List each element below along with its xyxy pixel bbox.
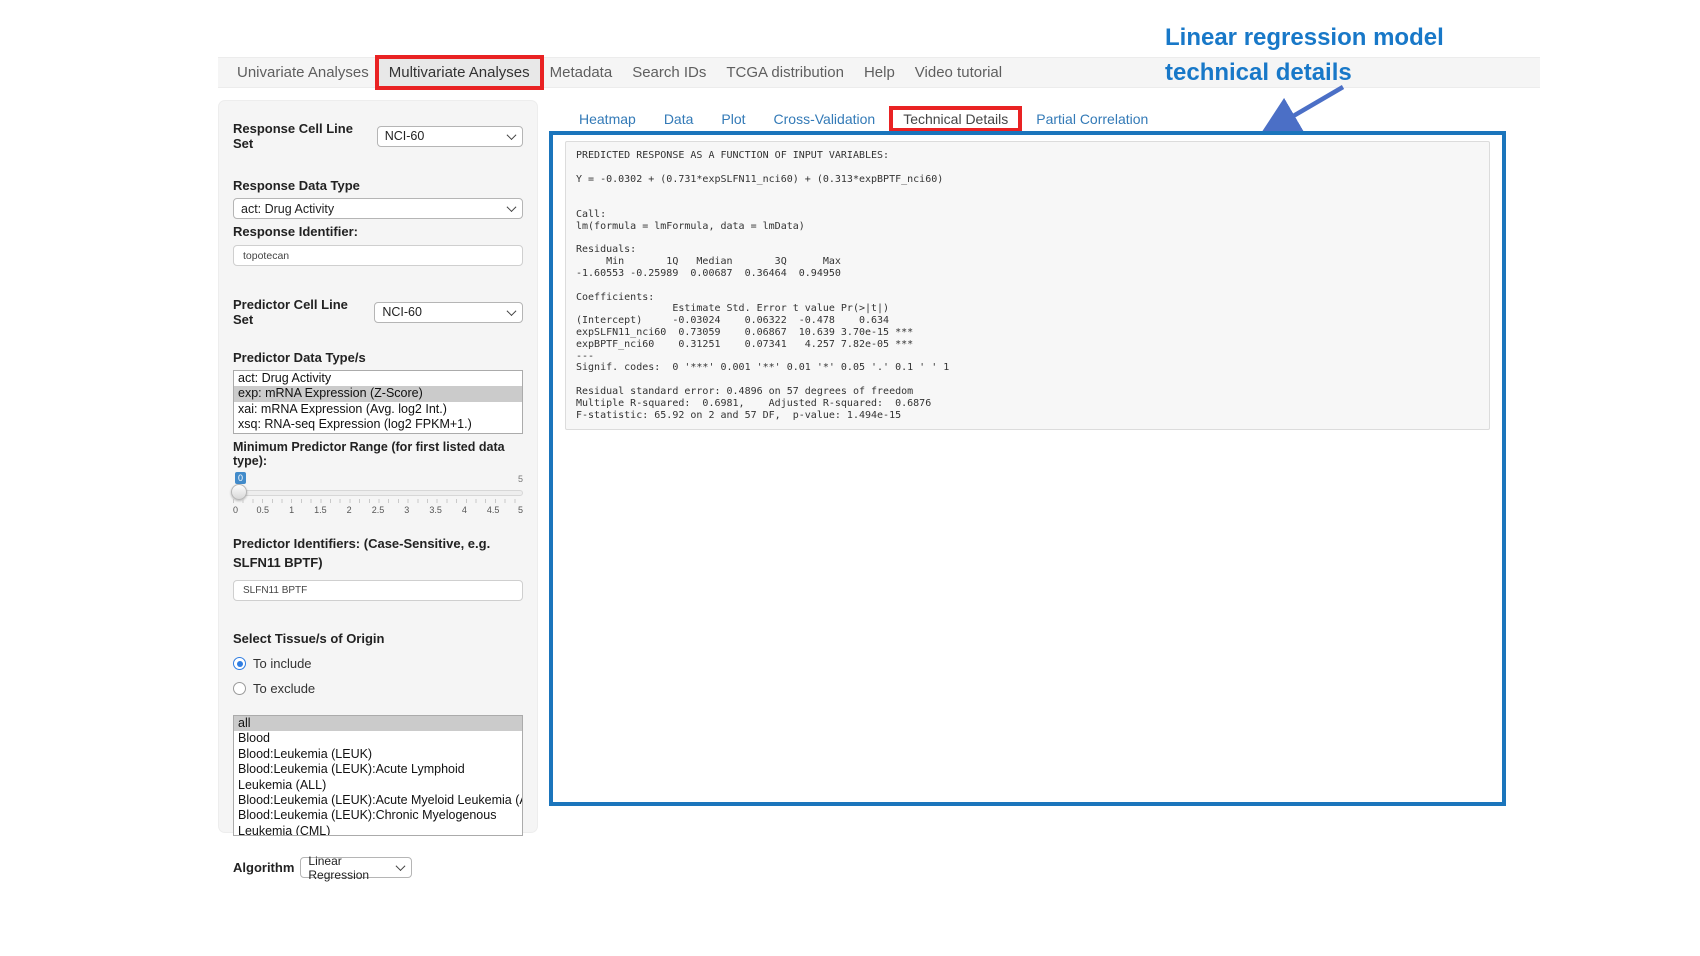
- tab-technical-details[interactable]: Technical Details: [889, 108, 1022, 130]
- nav-item-metadata[interactable]: Metadata: [540, 58, 623, 87]
- tissue-exclude-radio[interactable]: To exclude: [233, 681, 523, 696]
- tick-label: 4: [455, 505, 473, 515]
- annotation-text: Linear regression model technical detail…: [1165, 20, 1495, 90]
- predictor-cell-line-set-label: Predictor Cell Line Set: [233, 297, 368, 327]
- predictor-data-types-label: Predictor Data Type/s: [233, 350, 523, 365]
- response-identifier-label: Response Identifier:: [233, 224, 523, 239]
- result-tabs: Heatmap Data Plot Cross-Validation Techn…: [565, 108, 1162, 130]
- tick-label: 4.5: [484, 505, 502, 515]
- tick-label: 0.5: [254, 505, 272, 515]
- radio-selected-icon: [233, 657, 246, 670]
- tick-label: 1.5: [311, 505, 329, 515]
- response-data-type-select[interactable]: act: Drug Activity: [233, 198, 523, 219]
- sidebar-form: Response Cell Line Set NCI-60 Response D…: [218, 100, 538, 833]
- response-cell-line-set-label: Response Cell Line Set: [233, 121, 371, 151]
- slider-handle[interactable]: [231, 484, 247, 500]
- response-cell-line-set-select[interactable]: NCI-60: [377, 126, 523, 147]
- tissue-listbox: all Blood Blood:Leukemia (LEUK) Blood:Le…: [233, 715, 523, 836]
- radio-unselected-icon: [233, 682, 246, 695]
- slider-tick-labels: 0 0.5 1 1.5 2 2.5 3 3.5 4 4.5 5: [233, 505, 523, 515]
- tissue-option[interactable]: Blood: [234, 731, 522, 746]
- slider-max-label: 5: [518, 474, 523, 484]
- tab-plot[interactable]: Plot: [707, 108, 759, 130]
- technical-details-panel: PREDICTED RESPONSE AS A FUNCTION OF INPU…: [549, 131, 1506, 806]
- response-identifier-value: topotecan: [243, 250, 289, 262]
- algorithm-label: Algorithm: [233, 860, 294, 875]
- tick-label: 3.5: [427, 505, 445, 515]
- predictor-data-type-option[interactable]: xsq: RNA-seq Expression (log2 FPKM+1.): [234, 417, 522, 432]
- tick-label: 5: [513, 505, 523, 515]
- tab-cross-validation[interactable]: Cross-Validation: [760, 108, 890, 130]
- nav-item-univariate-analyses[interactable]: Univariate Analyses: [227, 58, 379, 87]
- tab-label: Technical Details: [903, 111, 1008, 127]
- slider-track[interactable]: [233, 490, 523, 496]
- predictor-identifiers-value: SLFN11 BPTF: [243, 585, 307, 596]
- tissue-option-selected[interactable]: all: [234, 716, 522, 731]
- predictor-identifiers-label: Predictor Identifiers: (Case-Sensitive, …: [233, 534, 523, 572]
- tick-label: 2: [340, 505, 358, 515]
- nav-item-multivariate-analyses[interactable]: Multivariate Analyses: [379, 58, 540, 87]
- slider-minor-ticks: [233, 499, 523, 503]
- tissue-exclude-label: To exclude: [253, 681, 315, 696]
- tab-data[interactable]: Data: [650, 108, 708, 130]
- tissue-option[interactable]: Blood:Leukemia (LEUK): [234, 747, 522, 762]
- nav-item-search-ids[interactable]: Search IDs: [622, 58, 716, 87]
- response-cell-line-set-value: NCI-60: [385, 129, 425, 143]
- tissue-option[interactable]: Blood:Leukemia (LEUK):Chronic Myelogenou…: [234, 808, 522, 836]
- tick-label: 2.5: [369, 505, 387, 515]
- chevron-down-icon: [507, 202, 517, 212]
- tissue-option[interactable]: Blood:Leukemia (LEUK):Acute Myeloid Leuk…: [234, 793, 522, 808]
- tick-label: 1: [283, 505, 301, 515]
- nav-item-tcga-distribution[interactable]: TCGA distribution: [716, 58, 854, 87]
- tick-label: 0: [233, 505, 243, 515]
- predictor-cell-line-set-select[interactable]: NCI-60: [374, 302, 523, 323]
- response-data-type-value: act: Drug Activity: [241, 202, 334, 216]
- annotation-line-1: Linear regression model: [1165, 20, 1495, 55]
- page: Univariate Analyses Multivariate Analyse…: [0, 0, 1700, 956]
- min-predictor-range-label: Minimum Predictor Range (for first liste…: [233, 440, 523, 468]
- tissue-include-radio[interactable]: To include: [233, 656, 523, 671]
- nav-item-label: Multivariate Analyses: [389, 64, 530, 81]
- algorithm-select[interactable]: Linear Regression: [300, 857, 412, 878]
- tissue-origin-label: Select Tissue/s of Origin: [233, 631, 523, 646]
- predictor-data-type-option-selected[interactable]: exp: mRNA Expression (Z-Score): [234, 386, 522, 401]
- tissue-option[interactable]: Blood:Leukemia (LEUK):Acute Lymphoid Leu…: [234, 762, 522, 793]
- predictor-data-type-option[interactable]: act: Drug Activity: [234, 371, 522, 386]
- slider-value-badge: 0: [235, 472, 246, 484]
- response-data-type-label: Response Data Type: [233, 178, 523, 193]
- predictor-data-type-option[interactable]: xai: mRNA Expression (Avg. log2 Int.): [234, 402, 522, 417]
- tab-partial-correlation[interactable]: Partial Correlation: [1022, 108, 1162, 130]
- nav-item-help[interactable]: Help: [854, 58, 905, 87]
- regression-output-box: PREDICTED RESPONSE AS A FUNCTION OF INPU…: [565, 141, 1490, 430]
- chevron-down-icon: [507, 130, 517, 140]
- response-identifier-input[interactable]: topotecan: [233, 245, 523, 266]
- chevron-down-icon: [507, 306, 517, 316]
- predictor-identifiers-input[interactable]: SLFN11 BPTF: [233, 580, 523, 601]
- algorithm-value: Linear Regression: [308, 854, 389, 882]
- regression-output-text: PREDICTED RESPONSE AS A FUNCTION OF INPU…: [566, 142, 1489, 429]
- tab-heatmap[interactable]: Heatmap: [565, 108, 650, 130]
- tissue-include-label: To include: [253, 656, 312, 671]
- min-predictor-range-slider: 0 5 0 0.5 1 1.5 2 2.5 3 3.5 4 4.5 5: [233, 472, 523, 522]
- predictor-cell-line-set-value: NCI-60: [382, 305, 422, 319]
- predictor-data-types-listbox: act: Drug Activity exp: mRNA Expression …: [233, 370, 523, 434]
- nav-item-video-tutorial[interactable]: Video tutorial: [905, 58, 1012, 87]
- chevron-down-icon: [396, 861, 406, 871]
- tick-label: 3: [398, 505, 416, 515]
